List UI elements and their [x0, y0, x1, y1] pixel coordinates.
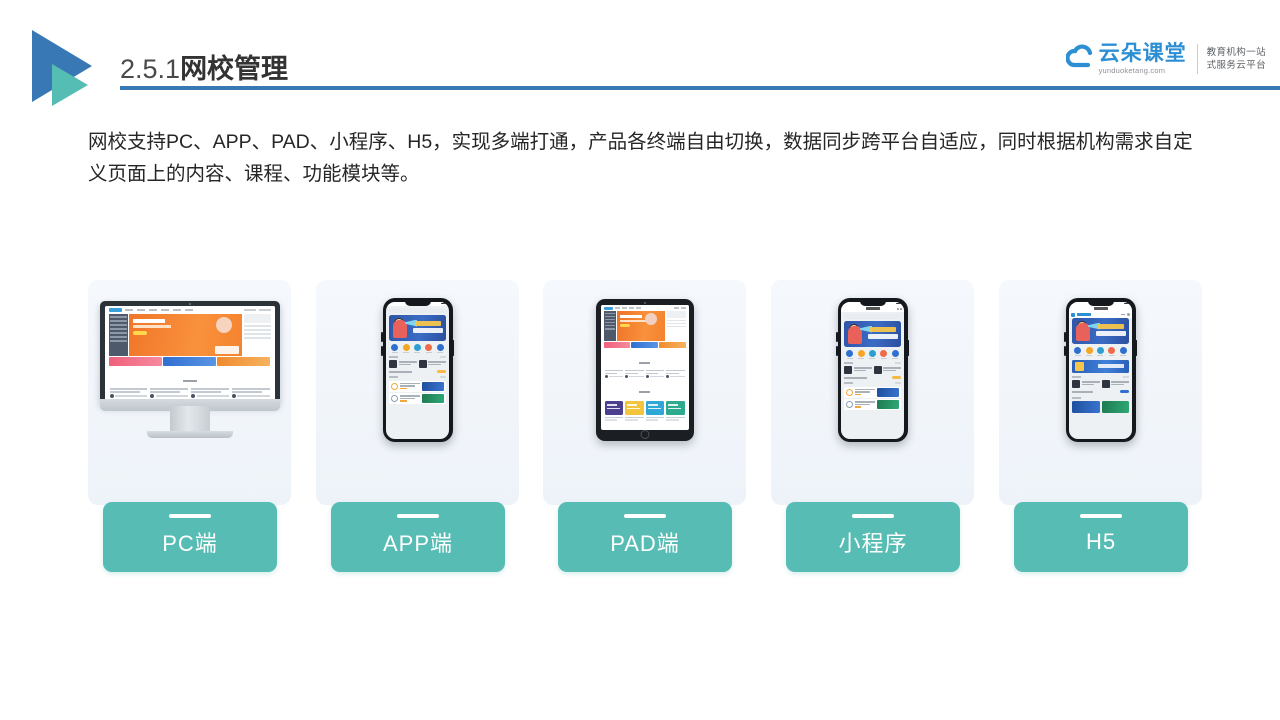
page-title: 2.5.1网校管理 — [120, 47, 288, 86]
label-tick-mark — [1080, 514, 1122, 518]
double-triangle-play-icon — [22, 28, 120, 106]
platform-label-app[interactable]: APP端 — [331, 502, 505, 572]
platform-label-miniprogram[interactable]: 小程序 — [786, 502, 960, 572]
smartphone-icon: ● — [771, 280, 974, 460]
logo-domain: yunduoketang.com — [1098, 65, 1166, 75]
label-tick-mark — [624, 514, 666, 518]
tablet-icon — [543, 280, 746, 460]
platform-card-miniprogram[interactable]: ● — [771, 280, 974, 505]
desktop-monitor-icon — [88, 280, 291, 460]
platform-label-text: PC端 — [162, 531, 218, 556]
smartphone-icon: ● — [999, 280, 1202, 460]
label-tick-mark — [852, 514, 894, 518]
logo-tagline-line2: 式服务云平台 — [1206, 60, 1266, 71]
label-tick-mark — [397, 514, 439, 518]
platform-card-h5[interactable]: ● — [999, 280, 1202, 505]
platform-label-pc[interactable]: PC端 — [103, 502, 277, 572]
platform-label-text: H5 — [1085, 529, 1117, 554]
smartphone-icon: ● — [316, 280, 519, 460]
platform-card-app[interactable]: ● — [316, 280, 519, 505]
logo-divider — [1196, 44, 1198, 74]
platform-label-text: 小程序 — [838, 531, 908, 556]
cloud-icon — [1065, 44, 1098, 74]
logo-name-cn: 云朵课堂 — [1098, 41, 1187, 65]
label-tick-mark — [169, 514, 211, 518]
page-header: 2.5.1网校管理 云朵课堂 yunduoketang.com 教育机构一站 式… — [0, 0, 1280, 110]
page-title-text: 网校管理 — [180, 54, 289, 84]
platform-card-pc[interactable] — [88, 280, 291, 505]
triangle-teal-shape — [52, 64, 88, 106]
page-title-number: 2.5.1 — [120, 54, 181, 84]
logo-tagline-line1: 教育机构一站 — [1206, 47, 1266, 58]
platform-label-pad[interactable]: PAD端 — [558, 502, 732, 572]
title-underline-rule — [120, 86, 1280, 90]
platform-card-pad[interactable] — [543, 280, 746, 505]
brand-logo: 云朵课堂 yunduoketang.com 教育机构一站 式服务云平台 — [1065, 36, 1266, 82]
platform-label-h5[interactable]: H5 — [1014, 502, 1188, 572]
platform-label-text: PAD端 — [610, 531, 680, 556]
body-paragraph: 网校支持PC、APP、PAD、小程序、H5，实现多端打通，产品各终端自由切换，数… — [88, 131, 1193, 185]
platform-label-text: APP端 — [382, 531, 454, 556]
platform-card-row: ● ● ● PC端 APP端 PAD端 小程序 H5 — [88, 280, 1202, 580]
